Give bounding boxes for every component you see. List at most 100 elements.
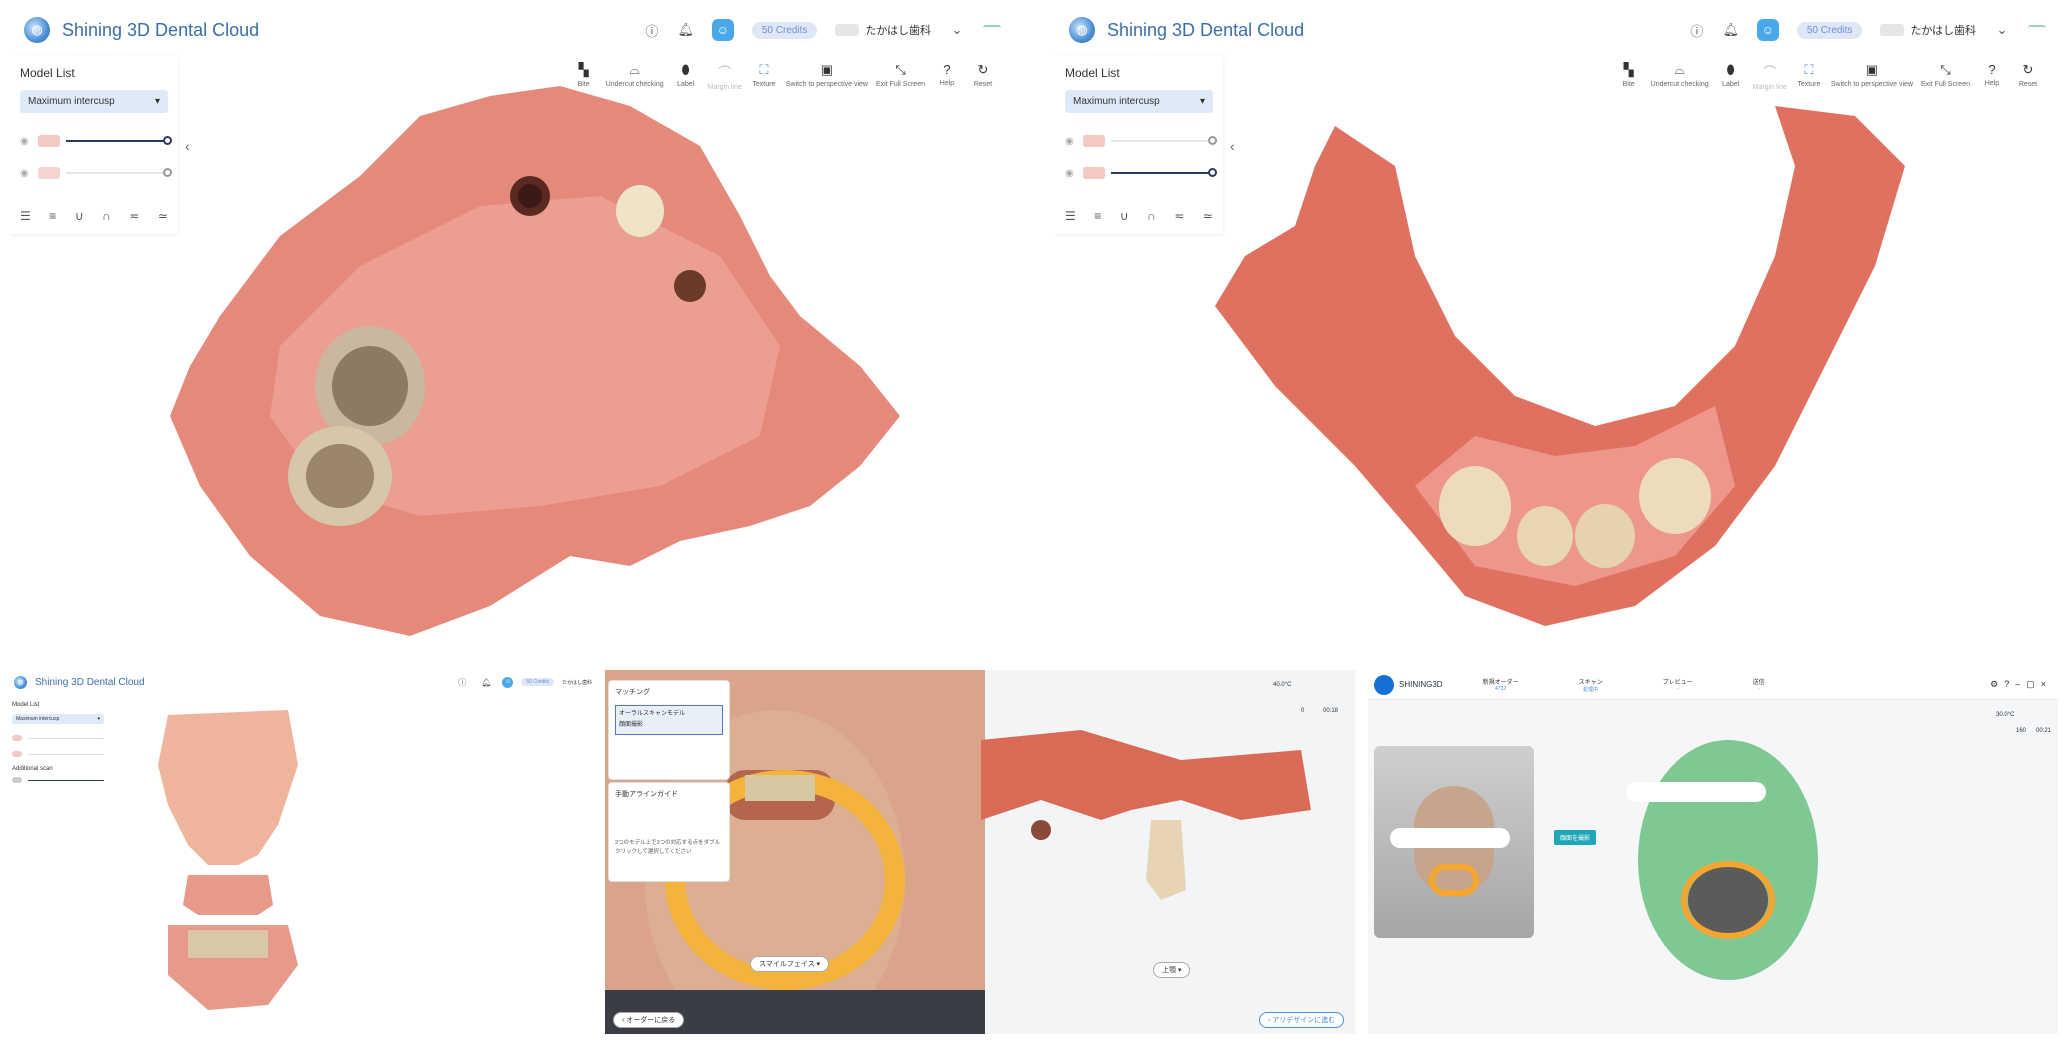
face-select[interactable]: スマイルフェイス ▾ <box>750 956 830 972</box>
tool-help[interactable]: ? Help <box>1978 62 2006 91</box>
model-row-lower: ◉ <box>1065 157 1217 189</box>
view-front-icon[interactable]: ☰ <box>20 209 31 223</box>
step-scan[interactable]: スキャン 処理中 <box>1579 677 1603 693</box>
chevron-down-icon[interactable]: ⌄ <box>949 22 965 38</box>
caret-down-icon: ▾ <box>1199 96 1205 107</box>
occlusion-select[interactable]: Maximum intercusp ▾ <box>12 714 104 724</box>
occlusion-select-value: Maximum intercusp <box>28 96 115 107</box>
jaw-select-value: 上顎 <box>1162 967 1176 974</box>
opacity-slider-lower[interactable] <box>1111 168 1217 177</box>
clinic-selector[interactable]: たかはし歯科 <box>562 679 592 686</box>
app-header: ◍ Shining 3D Dental Cloud ⓘ 🔔︎ ☺ 50 Cred… <box>10 6 1015 54</box>
clinic-name: たかはし歯科 <box>865 25 931 37</box>
clinic-selector[interactable]: たかはし歯科 <box>1880 22 1976 38</box>
step-preview[interactable]: プレビュー - <box>1663 677 1693 693</box>
opacity-slider-additional[interactable] <box>28 779 104 781</box>
eye-icon[interactable]: ◉ <box>20 136 32 147</box>
tool-label: Undercut checking <box>1650 81 1709 88</box>
opacity-slider-upper[interactable] <box>66 136 172 145</box>
tool-help[interactable]: ? Help <box>933 62 961 91</box>
view-left-icon[interactable]: ≂ <box>1174 209 1184 223</box>
eye-icon[interactable]: ◉ <box>1065 168 1077 179</box>
lower-jaw-model[interactable] <box>1215 106 1915 636</box>
tool-perspective[interactable]: ▣ Switch to perspective view <box>1831 62 1913 91</box>
view-lower-icon[interactable]: ∪ <box>75 209 84 223</box>
redaction-bar <box>1626 782 1766 802</box>
viewer-panel-lower: ◍ Shining 3D Dental Cloud ⓘ 🔔︎ ☺ 50 Cred… <box>1055 6 2060 638</box>
clinic-name: たかはし歯科 <box>562 679 592 686</box>
view-front-icon[interactable]: ☰ <box>1065 209 1076 223</box>
tool-label: Label <box>1722 81 1740 88</box>
avatar[interactable]: ☺ <box>711 19 734 41</box>
view-lower-icon[interactable]: ∪ <box>1120 209 1129 223</box>
view-back-icon[interactable]: ≡ <box>49 209 56 223</box>
tool-texture[interactable]: ⛶ Texture <box>1795 62 1823 91</box>
chevron-down-icon[interactable]: ⌄ <box>1994 22 2010 38</box>
texture-icon: ⛶ <box>1804 62 1814 77</box>
view-upper-icon[interactable]: ∩ <box>1147 209 1156 223</box>
occlusion-select[interactable]: Maximum intercusp ▾ <box>1065 90 1213 113</box>
help-icon[interactable]: ⓘ <box>1689 22 1705 39</box>
bell-icon[interactable]: 🔔︎ <box>678 22 695 38</box>
view-back-icon[interactable]: ≡ <box>1094 209 1101 223</box>
clinic-selector[interactable]: たかはし歯科 <box>835 22 931 38</box>
occlusion-select-value: Maximum intercusp <box>16 716 60 722</box>
bell-icon[interactable]: 🔔︎ <box>1723 22 1740 38</box>
caret-down-icon: ▾ <box>97 716 100 722</box>
view-upper-icon[interactable]: ∩ <box>102 209 111 223</box>
window-controls[interactable]: ⚙?–▢× <box>1990 679 2052 690</box>
jaw-select[interactable]: 上顎 ▾ <box>1153 962 1191 978</box>
tool-reset[interactable]: ↻ Reset <box>2014 62 2042 91</box>
bite-icon: ▚ <box>1623 62 1634 77</box>
credits-badge[interactable]: 50 Credits <box>1796 21 1863 39</box>
credits-badge[interactable]: 50 Credits <box>751 21 818 39</box>
next-button[interactable]: › アリデザインに進む <box>1259 1012 1345 1028</box>
occlusion-select[interactable]: Maximum intercusp ▾ <box>20 90 168 113</box>
upper-jaw-thumbnail <box>12 735 22 741</box>
eye-icon[interactable]: ◉ <box>1065 136 1077 147</box>
tool-label: Exit Full Screen <box>1920 81 1970 88</box>
credits-badge[interactable]: 50 Credits <box>521 678 555 686</box>
opacity-slider-lower[interactable] <box>28 753 104 755</box>
step-label: 送信 <box>1752 679 1765 686</box>
clinic-icon <box>835 24 860 36</box>
step-send[interactable]: 送信 - <box>1753 677 1765 693</box>
app-title: Shining 3D Dental Cloud <box>62 19 260 40</box>
matching-item[interactable]: オーラルスキャンモデル <box>619 709 719 720</box>
step-new-order[interactable]: 新規オーダー 4732 <box>1483 677 1519 693</box>
tool-undercut[interactable]: ⌓ Undercut checking <box>1651 62 1709 91</box>
reset-icon: ↻ <box>2022 62 2034 77</box>
jaw-model[interactable] <box>981 710 1321 960</box>
tool-label: Texture <box>1797 81 1821 88</box>
opacity-slider-upper[interactable] <box>28 737 104 739</box>
capture-face-button[interactable]: 顔面を撮影 <box>1554 830 1597 845</box>
help-icon[interactable]: ⓘ <box>454 674 470 690</box>
avatar[interactable]: ☺ <box>1756 19 1779 41</box>
face-scan-3d[interactable] <box>1618 730 1838 1000</box>
view-left-icon[interactable]: ≂ <box>129 209 139 223</box>
matching-list[interactable]: オーラルスキャンモデル 顔面撮影 <box>615 705 723 735</box>
back-to-order-button[interactable]: ‹ オーダーに戻る <box>613 1012 685 1028</box>
eye-icon[interactable]: ◉ <box>20 168 32 179</box>
model-list-title: Model List <box>20 66 75 80</box>
tool-reset[interactable]: ↻ Reset <box>969 62 997 91</box>
face-scan-model[interactable] <box>148 705 308 1025</box>
count-readout: 0 <box>1301 708 1305 714</box>
tool-bite[interactable]: ▚ Bite <box>1615 62 1643 91</box>
model-row-lower: ◉ <box>20 157 172 189</box>
bell-icon[interactable]: 🔔︎ <box>478 674 494 690</box>
opacity-slider-lower[interactable] <box>66 168 172 177</box>
exit-fullscreen-icon: ⤡ <box>1940 62 1951 77</box>
help-icon[interactable]: ⓘ <box>644 22 660 39</box>
opacity-slider-upper[interactable] <box>1111 136 1217 145</box>
upper-jaw-model[interactable] <box>160 86 900 636</box>
tool-label[interactable]: ⬮ Label <box>1717 62 1745 91</box>
next-button-label: アリデザインに進む <box>1272 1017 1336 1024</box>
tool-margin-line[interactable]: ⌒ Margin line <box>1753 62 1787 91</box>
model-row-upper: ◉ <box>20 125 172 157</box>
align-guide-title: 手動アラインガイド <box>615 791 678 798</box>
avatar[interactable]: ☺ <box>502 676 514 688</box>
view-right-icon[interactable]: ≃ <box>1203 209 1213 223</box>
matching-item[interactable]: 顔面撮影 <box>619 720 719 731</box>
tool-exit-fullscreen[interactable]: ⤡ Exit Full Screen <box>1921 62 1970 91</box>
